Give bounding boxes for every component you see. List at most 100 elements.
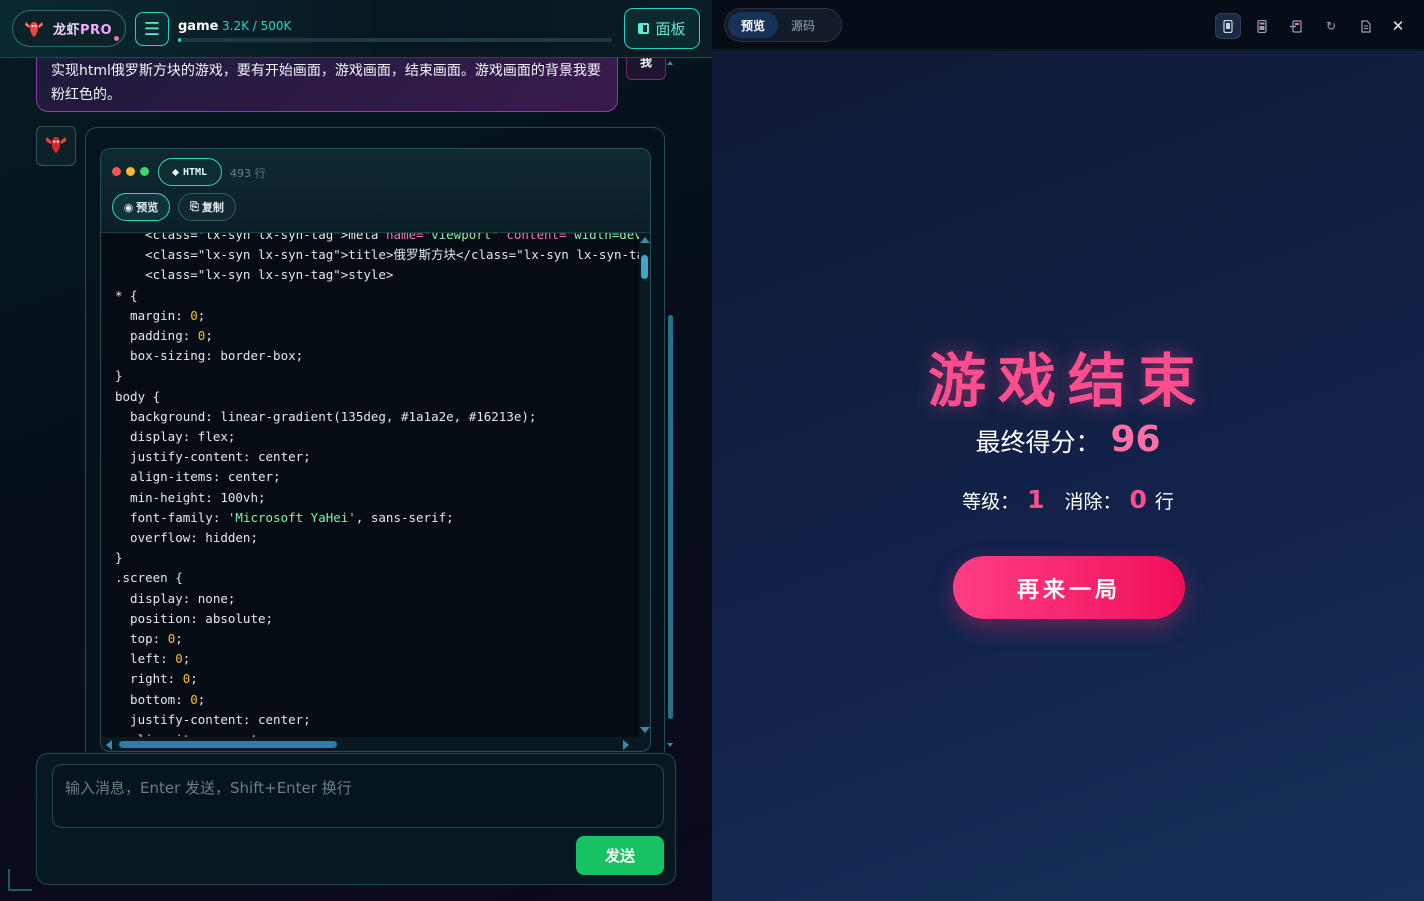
menu-button[interactable]: ☰: [135, 12, 169, 46]
fit-icon[interactable]: [1282, 13, 1308, 39]
code-token: box-sizing: border-box;: [115, 348, 304, 364]
code-line: align-items: center;: [115, 467, 639, 487]
code-token: "viewport": [423, 233, 507, 242]
code-line: font-family: 'Microsoft YaHei', sans-ser…: [115, 508, 639, 528]
code-line: }: [115, 366, 639, 386]
game-over-title: 游戏结束: [927, 347, 1208, 415]
code-token: content=: [506, 233, 567, 242]
scroll-thumb[interactable]: [668, 315, 673, 719]
lines-value: 0: [1129, 485, 1147, 514]
code-token: font-family:: [115, 509, 228, 525]
message-composer: 发送: [36, 753, 676, 885]
code-line: justify-content: center;: [115, 447, 639, 467]
view-mode-switch: 预览 源码: [724, 8, 842, 42]
code-token: 'Microsoft YaHei': [227, 509, 356, 525]
language-badge: HTML: [158, 158, 222, 186]
code-token: <class="lx-syn lx-syn-tag">title>俄罗斯方块</…: [115, 247, 639, 263]
code-token: ;: [197, 307, 206, 323]
session-title: game: [178, 19, 219, 34]
send-button[interactable]: 发送: [576, 836, 664, 875]
code-token: 0: [190, 307, 198, 323]
scroll-left-icon[interactable]: [106, 740, 112, 750]
lobster-logo-icon: [21, 16, 47, 42]
code-line: left: 0;: [115, 649, 639, 669]
window-dots: [112, 167, 149, 176]
code-line: <class="lx-syn lx-syn-tag">title>俄罗斯方块</…: [115, 245, 639, 265]
code-token: , sans-serif;: [355, 509, 454, 525]
code-token: ;: [205, 328, 213, 344]
game-preview: 游戏结束 最终得分： 96 等级： 1 消除： 0 行 再来一局: [712, 51, 1424, 901]
code-token: align-items: center;: [115, 469, 281, 485]
code-token: right:: [115, 671, 183, 687]
code-line: <class="lx-syn lx-syn-tag">style>: [115, 265, 639, 285]
code-block-header: HTML 493 行 ◉ 预览 ⎘ 复制: [101, 149, 650, 233]
code-token: top:: [115, 631, 168, 647]
diamond-icon: [171, 168, 179, 176]
green-dot: [140, 167, 149, 176]
code-token: background: linear-gradient(135deg, #1a1…: [115, 408, 537, 424]
refresh-icon[interactable]: ↻: [1318, 13, 1344, 39]
scroll-down-icon[interactable]: [667, 743, 673, 747]
code-token: "width=devi: [566, 233, 639, 242]
top-bar: 龙虾PRO ☰ game 3.2K / 500K 面板: [0, 0, 712, 58]
restart-button[interactable]: 再来一局: [953, 556, 1185, 619]
panel-label: 面板: [655, 20, 686, 38]
level-label: 等级：: [962, 491, 1020, 513]
code-line: background: linear-gradient(135deg, #1a1…: [115, 407, 639, 427]
status-dot: [114, 36, 119, 41]
code-token: justify-content: center;: [115, 711, 311, 727]
user-avatar: 我: [626, 58, 666, 80]
code-line: .screen {: [115, 568, 639, 588]
code-line: align-items: center;: [115, 730, 639, 737]
code-line: right: 0;: [115, 669, 639, 689]
message-input[interactable]: [52, 764, 664, 828]
code-token: overflow: hidden;: [115, 530, 258, 546]
scroll-thumb[interactable]: [641, 255, 648, 279]
code-line: }: [115, 548, 639, 568]
code-token: name=: [385, 233, 424, 242]
code-preview-button[interactable]: ◉ 预览: [112, 193, 170, 221]
chat-messages: 实现html俄罗斯方块的游戏，要有开始画面，游戏画面，结束画面。游戏画面的背景我…: [0, 58, 712, 752]
code-token: left:: [115, 651, 176, 667]
code-line: margin: 0;: [115, 306, 639, 326]
mobile-icon[interactable]: [1215, 13, 1241, 39]
code-line: position: absolute;: [115, 609, 639, 629]
code-horizontal-scrollbar[interactable]: [101, 737, 639, 751]
code-token: min-height: 100vh;: [115, 489, 266, 505]
scroll-down-icon[interactable]: [640, 727, 650, 733]
token-progress-fill: [178, 38, 182, 42]
tab-source[interactable]: 源码: [778, 12, 828, 38]
bot-avatar: [36, 126, 76, 166]
code-line: * {: [115, 286, 639, 306]
code-copy-button[interactable]: ⎘ 复制: [178, 193, 236, 221]
copy-doc-icon[interactable]: [1352, 13, 1378, 39]
code-vertical-scrollbar[interactable]: [639, 233, 650, 737]
code-token: display: flex;: [115, 429, 236, 445]
code-line: top: 0;: [115, 629, 639, 649]
chat-scrollbar[interactable]: [666, 58, 676, 752]
code-line: box-sizing: border-box;: [115, 346, 639, 366]
scroll-up-icon[interactable]: [640, 237, 650, 243]
code-token: * {: [115, 287, 138, 303]
code-token: padding:: [115, 328, 198, 344]
code-line: bottom: 0;: [115, 690, 639, 710]
scroll-thumb[interactable]: [119, 741, 337, 748]
scroll-up-icon[interactable]: [667, 61, 673, 65]
scroll-right-icon[interactable]: [623, 740, 629, 750]
corner-decoration: [8, 869, 32, 891]
chat-pane: 龙虾PRO ☰ game 3.2K / 500K 面板 实现html俄罗斯方块的…: [0, 0, 712, 901]
preview-pane: 预览 源码 ↻ ✕ 游戏结束 最终得分： 96 等级： 1 消除： 0 行 再来一局: [712, 0, 1424, 901]
brand-badge[interactable]: 龙虾PRO: [12, 10, 126, 47]
code-content[interactable]: <class="lx-syn lx-syn-tag">meta name="vi…: [101, 233, 639, 737]
lobster-avatar-icon: [43, 131, 69, 161]
code-line: <class="lx-syn lx-syn-tag">meta name="vi…: [115, 233, 639, 245]
code-line: overflow: hidden;: [115, 528, 639, 548]
code-token: }: [115, 368, 123, 384]
code-token: ;: [175, 631, 183, 647]
code-token: margin:: [115, 307, 191, 323]
tab-preview[interactable]: 预览: [728, 12, 778, 38]
panel-toggle-button[interactable]: 面板: [624, 8, 700, 49]
panel-icon: [638, 23, 650, 34]
phone-icon[interactable]: [1249, 13, 1275, 39]
close-icon[interactable]: ✕: [1385, 13, 1411, 39]
